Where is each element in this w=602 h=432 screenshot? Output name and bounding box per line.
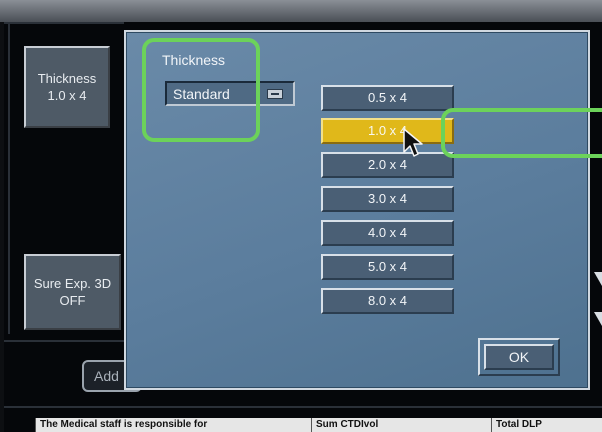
thickness-side-value: 1.0 x 4 xyxy=(47,88,87,103)
thickness-option-0-5[interactable]: 0.5 x 4 xyxy=(321,85,454,111)
dropdown-icon[interactable] xyxy=(267,89,283,99)
panel-divider xyxy=(8,24,10,334)
mouse-cursor-icon xyxy=(403,128,423,157)
thickness-side-label: Thickness xyxy=(37,71,97,86)
panel-divider xyxy=(4,406,602,408)
scroll-down-arrow-icon[interactable] xyxy=(594,312,602,326)
status-disclaimer: The Medical staff is responsible for xyxy=(35,418,311,432)
thickness-option-8-0[interactable]: 8.0 x 4 xyxy=(321,288,454,314)
sure-exp-label: Sure Exp. 3D xyxy=(33,276,112,291)
add-button-label: Add xyxy=(94,368,119,384)
panel-divider xyxy=(4,340,124,342)
status-ctdivol: Sum CTDIvol xyxy=(311,418,491,432)
thickness-option-2-0[interactable]: 2.0 x 4 xyxy=(321,152,454,178)
status-dlp: Total DLP xyxy=(491,418,602,432)
highlight-annotation-thickness xyxy=(142,38,260,142)
thickness-option-1-0[interactable]: 1.0 x 4 xyxy=(321,118,454,144)
highlight-annotation-option xyxy=(441,108,602,158)
thickness-side-button[interactable]: Thickness 1.0 x 4 xyxy=(24,46,110,128)
thickness-option-5-0[interactable]: 5.0 x 4 xyxy=(321,254,454,280)
sure-exp-value: OFF xyxy=(59,293,86,308)
thickness-option-3-0[interactable]: 3.0 x 4 xyxy=(321,186,454,212)
scroll-up-arrow-icon[interactable] xyxy=(594,272,602,286)
thickness-option-4-0[interactable]: 4.0 x 4 xyxy=(321,220,454,246)
monitor-bezel xyxy=(0,0,602,22)
panel-divider xyxy=(4,22,124,24)
ok-button[interactable]: OK xyxy=(484,344,554,370)
sure-exp-3d-button[interactable]: Sure Exp. 3D OFF xyxy=(24,254,121,330)
